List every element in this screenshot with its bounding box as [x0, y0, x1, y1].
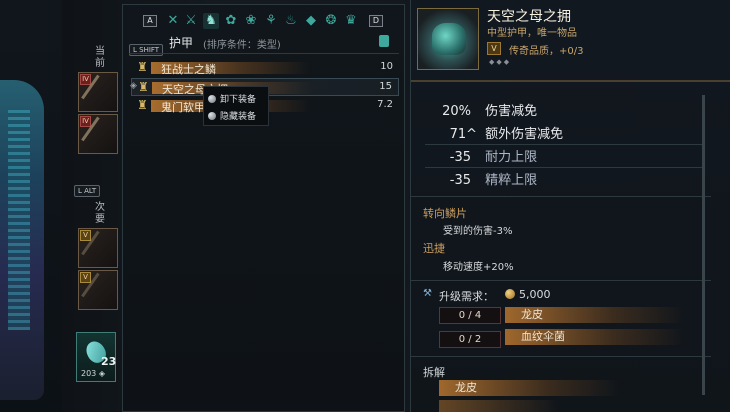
item-thumbnail: [417, 8, 479, 70]
divider: [411, 356, 711, 357]
tab-armor-icon[interactable]: ♞: [203, 13, 219, 29]
character-armor-detail: [8, 110, 30, 330]
tab-gems-icon[interactable]: ◆: [303, 13, 319, 29]
weapon-slot-current-1[interactable]: IV: [78, 72, 118, 112]
tab-trinkets-icon[interactable]: ❂: [323, 13, 339, 29]
rune-badge: IV: [80, 74, 91, 85]
hammer-icon: ⚒: [423, 288, 432, 299]
lock-icon[interactable]: [379, 35, 389, 47]
divider: [129, 53, 399, 54]
tab-crown-icon[interactable]: ♛: [343, 13, 359, 29]
stat-stamina: -35 耐力上限: [449, 150, 538, 165]
material-count: 0 / 4: [439, 307, 501, 324]
rune-badge: V: [80, 272, 91, 283]
section-title: 护甲: [169, 36, 194, 50]
gamepad-button-icon: [208, 112, 216, 120]
game-inventory-screen: { "left": { "current_label": "当\n前", "se…: [0, 0, 730, 412]
rarity-text: 传奇品质，+0/3: [509, 46, 584, 57]
upgrade-label: 升级需求：: [439, 290, 494, 303]
context-menu: 卸下装备 隐藏装备: [203, 86, 269, 126]
perk-name: 转向鳞片: [423, 207, 467, 220]
current-label: 当 前: [95, 46, 105, 69]
tab-materials-icon[interactable]: ✿: [223, 13, 239, 29]
prev-tab-key[interactable]: A: [143, 15, 157, 27]
weapon-slot-secondary-1[interactable]: V: [78, 228, 118, 268]
armor-image: [432, 23, 466, 55]
weapon-slot-secondary-2[interactable]: V: [78, 270, 118, 310]
next-tab-key[interactable]: D: [369, 15, 383, 27]
rune-badge: IV: [80, 116, 91, 127]
potion-count: 23: [101, 355, 117, 368]
sort-note: (排序条件：类型): [203, 40, 281, 51]
perk-desc: 移动速度+20%: [443, 262, 514, 273]
tab-weapons-icon[interactable]: ✕: [165, 13, 181, 29]
potion-sub: 203 ◈: [81, 369, 105, 378]
material-count: 0 / 2: [439, 331, 501, 348]
divider: [411, 196, 711, 197]
inventory-list-panel: A ✕ ⚔ ♞ ✿ ❀ ⚘ ♨ ◆ ❂ ♛ D L SHIFT 护甲 (排序条件…: [122, 4, 417, 412]
perk-name: 迅捷: [423, 242, 445, 255]
perk-desc: 受到的伤害-3%: [443, 226, 513, 237]
armor-icon: ♜: [137, 98, 148, 112]
lalt-key[interactable]: L ALT: [74, 178, 101, 197]
upgrade-pips: ◆◆◆: [489, 58, 512, 66]
tab-ingredients-icon[interactable]: ⚘: [263, 13, 279, 29]
dismantle-label: 拆解: [423, 366, 445, 379]
item-value: 7.2: [377, 99, 393, 110]
divider: [425, 167, 705, 168]
detail-scrollbar[interactable]: [702, 95, 705, 395]
equipped-diamond-icon: ◈: [130, 81, 137, 91]
item-name: 鬼门软甲: [161, 101, 205, 114]
menu-item-hide[interactable]: 隐藏装备: [208, 109, 256, 122]
armor-icon: ♜: [137, 60, 148, 74]
rune-badge: V: [80, 230, 91, 241]
material-name: 龙皮: [505, 307, 685, 323]
coin-icon: [505, 289, 515, 299]
item-value: 10: [380, 61, 393, 72]
weapon-slot-current-2[interactable]: IV: [78, 114, 118, 154]
consumable-slot[interactable]: 23 203 ◈: [76, 332, 116, 382]
divider: [411, 280, 711, 281]
tab-lamp-icon[interactable]: ♨: [283, 13, 299, 29]
list-item[interactable]: ♜ 狂战士之鳞 10: [131, 59, 399, 77]
material-name: 血纹伞菌: [505, 329, 685, 345]
gamepad-button-icon: [208, 95, 216, 103]
item-subtitle: 中型护甲，唯一物品: [487, 28, 577, 39]
item-title: 天空之母之拥: [487, 9, 571, 25]
secondary-label: 次 要: [95, 202, 105, 225]
dismantle-item: 龙皮: [439, 380, 619, 396]
stat-damage-reduction: 20% 伤害减免: [442, 104, 538, 119]
dismantle-item-cut: [439, 400, 559, 412]
character-preview: [0, 0, 62, 412]
rarity-badge: V: [487, 42, 501, 55]
tab-consumables-icon[interactable]: ❀: [243, 13, 259, 29]
item-name: 狂战士之鳞: [161, 63, 216, 76]
header-divider: [411, 80, 730, 82]
menu-item-unequip[interactable]: 卸下装备: [208, 92, 256, 105]
stat-essence: -35 精粹上限: [449, 173, 538, 188]
item-value: 15: [379, 81, 392, 92]
armor-icon: ♜: [138, 80, 149, 94]
tab-tools-icon[interactable]: ⚔: [183, 13, 199, 29]
divider: [425, 144, 705, 145]
upgrade-cost: 5,000: [505, 288, 551, 301]
item-detail-panel: 天空之母之拥 中型护甲，唯一物品 V 传奇品质，+0/3 ◆◆◆ 20% 伤害减…: [410, 0, 730, 412]
stat-extra-reduction: 71^ 额外伤害减免: [449, 127, 564, 142]
